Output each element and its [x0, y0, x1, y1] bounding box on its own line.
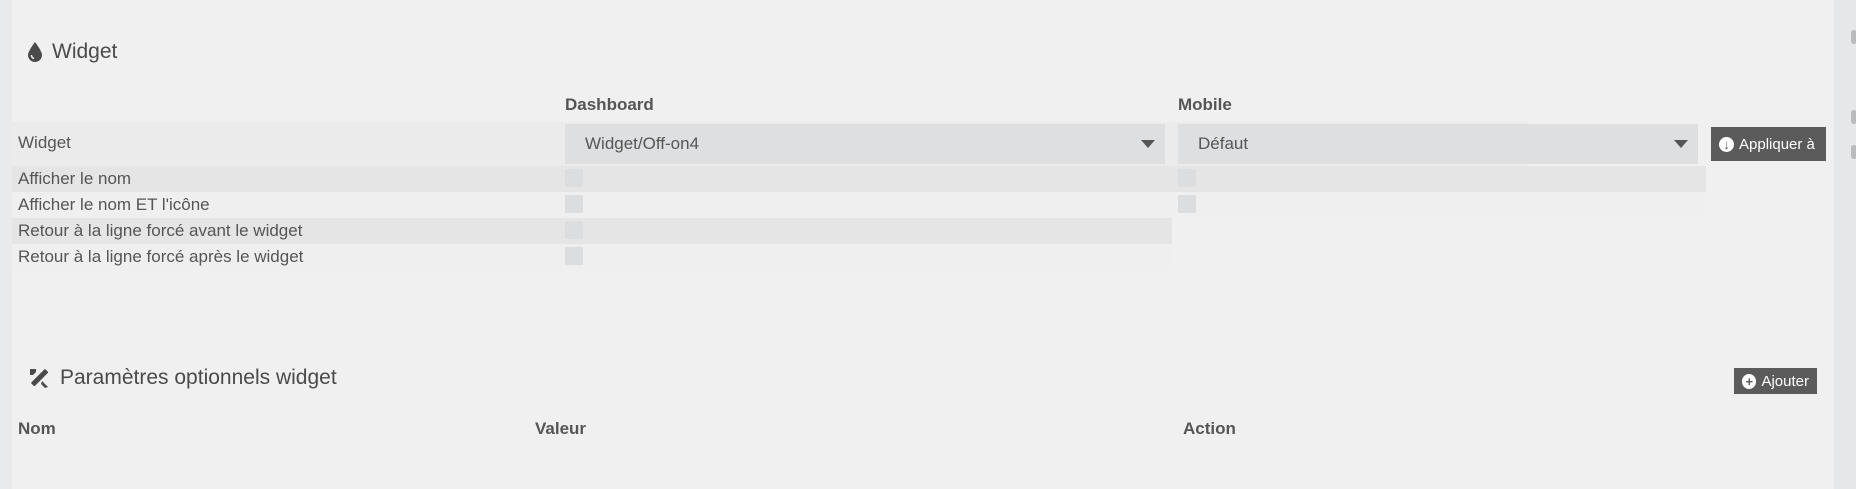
widget-section-title-text: Widget [52, 40, 118, 63]
download-circle-icon: ↓ [1719, 136, 1734, 152]
optional-params-section-title: Paramètres optionnels widget [28, 366, 337, 390]
apply-to-button[interactable]: ↓ Appliquer à [1711, 127, 1826, 161]
chevron-down-icon [1674, 140, 1688, 148]
plus-circle-icon: + [1742, 373, 1757, 389]
row-label-show-name-icon: Afficher le nom ET l'icône [18, 195, 210, 214]
table-row [12, 166, 1706, 192]
dashboard-widget-select[interactable]: Widget/Off-on4 [565, 124, 1165, 164]
column-header-action: Action [1183, 419, 1236, 438]
mobile-show-name-icon-checkbox[interactable] [1178, 195, 1196, 213]
add-parameter-button[interactable]: + Ajouter [1734, 368, 1817, 394]
row-label-show-name: Afficher le nom [18, 169, 132, 188]
mobile-widget-select-value: Défaut [1198, 134, 1249, 153]
dashboard-show-name-checkbox[interactable] [565, 169, 583, 187]
optional-params-section-title-text: Paramètres optionnels widget [60, 366, 337, 389]
scroll-handle[interactable] [1851, 30, 1856, 44]
mobile-widget-select[interactable]: Défaut [1178, 124, 1698, 164]
dashboard-line-break-after-checkbox[interactable] [565, 247, 583, 265]
chevron-down-icon [1141, 140, 1155, 148]
mobile-show-name-checkbox[interactable] [1178, 169, 1196, 187]
widget-section-title: Widget [28, 40, 117, 64]
row-label-line-break-after: Retour à la ligne forcé après le widget [18, 247, 304, 266]
column-header-mobile: Mobile [1178, 95, 1232, 114]
row-label-widget: Widget [18, 133, 71, 152]
add-parameter-button-label: Ajouter [1761, 372, 1809, 390]
dashboard-widget-select-value: Widget/Off-on4 [585, 134, 700, 153]
scrollbar-track[interactable] [1834, 0, 1856, 489]
column-header-value: Valeur [535, 419, 587, 438]
dashboard-show-name-icon-checkbox[interactable] [565, 195, 583, 213]
scroll-handle[interactable] [1851, 110, 1856, 124]
apply-to-button-label: Appliquer à [1739, 135, 1815, 153]
scroll-handle[interactable] [1851, 145, 1856, 159]
tools-icon [28, 367, 50, 389]
table-row [12, 192, 1706, 218]
column-header-name: Nom [18, 419, 56, 438]
droplet-icon [28, 42, 42, 62]
row-label-line-break-before: Retour à la ligne forcé avant le widget [18, 221, 303, 240]
dashboard-line-break-before-checkbox[interactable] [565, 221, 583, 239]
column-header-dashboard: Dashboard [565, 95, 654, 114]
